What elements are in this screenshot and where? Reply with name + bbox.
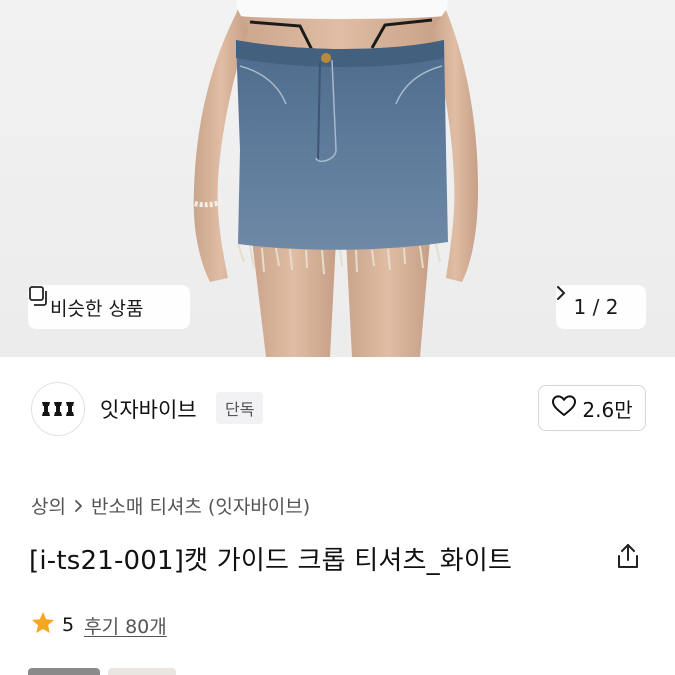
similar-products-button[interactable]: 비슷한 상품 [28,285,190,329]
like-count: 2.6만 [582,397,633,422]
brand-logo[interactable] [31,382,85,436]
product-image-carousel[interactable]: 비슷한 상품 1 / 2 [0,0,675,357]
star-icon [30,610,56,640]
thumbnail-item[interactable] [108,668,176,675]
brand-name[interactable]: 잇자바이브 [100,394,197,424]
breadcrumb-item-category[interactable]: 상의 [31,492,66,519]
image-pager-button[interactable]: 1 / 2 [556,285,646,329]
similar-products-label: 비슷한 상품 [50,297,144,320]
reviews-link[interactable]: 후기 80개 [84,612,167,639]
share-icon [615,542,641,574]
rating-score: 5 [62,614,75,636]
chevron-right-icon [74,499,83,513]
breadcrumb-item-subcategory[interactable]: 반소매 티셔츠 (잇자바이브) [91,492,310,519]
exclusive-badge: 단독 [216,392,264,424]
share-button[interactable] [612,542,644,574]
breadcrumb: 상의 반소매 티셔츠 (잇자바이브) [31,492,310,519]
thumbnail-strip [28,668,176,675]
like-button[interactable]: 2.6만 [538,385,646,431]
brand-logo-mark [42,402,74,416]
thumbnail-item[interactable] [28,668,100,675]
brand-row: 잇자바이브 단독 2.6만 [0,357,675,462]
heart-icon [551,394,577,422]
image-pager-label: 1 / 2 [573,295,619,319]
rating-row: 5 후기 80개 [30,610,167,640]
product-detail-page: 비슷한 상품 1 / 2 잇자바이브 단독 2.6만 상의 반소매 티셔츠 (잇… [0,0,675,675]
product-title: [i-ts21-001]캣 가이드 크롭 티셔츠_화이트 [29,546,513,576]
